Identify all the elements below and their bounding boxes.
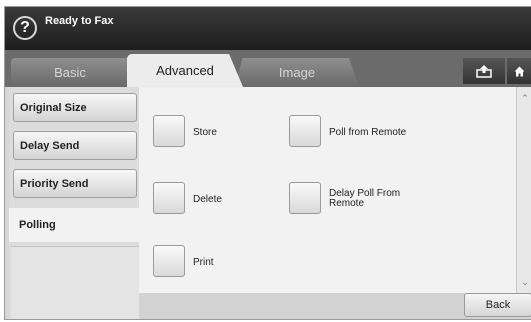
store-checkbox[interactable] <box>153 115 185 147</box>
upload-icon <box>476 65 492 78</box>
tab-basic[interactable]: Basic <box>11 58 129 87</box>
home-button[interactable] <box>507 58 531 84</box>
sidebar-item-polling[interactable]: Polling <box>9 208 143 242</box>
tab-image[interactable]: Image <box>235 58 359 87</box>
help-button[interactable]: ? <box>13 16 37 40</box>
tab-advanced[interactable]: Advanced <box>127 54 243 87</box>
help-icon: ? <box>20 19 30 36</box>
delete-checkbox[interactable] <box>153 182 185 214</box>
print-checkbox[interactable] <box>153 245 185 277</box>
tab-bar: Basic Image Advanced <box>5 50 531 87</box>
poll-from-remote-checkbox[interactable] <box>289 115 321 147</box>
delay-poll-from-remote-label: Delay Poll From Remote <box>329 189 400 209</box>
scrollbar[interactable]: ⌃ ⌄ <box>516 87 531 293</box>
store-label: Store <box>193 127 217 138</box>
sidebar-empty-area <box>11 246 139 319</box>
sidebar-item-original-size[interactable]: Original Size <box>13 93 137 122</box>
status-text: Ready to Fax <box>45 15 114 27</box>
sidebar-item-delay-send[interactable]: Delay Send <box>13 131 137 160</box>
status-bar: ? Ready to Fax <box>5 7 531 50</box>
delete-label: Delete <box>193 194 222 205</box>
delay-poll-label-line2: Remote <box>329 198 365 209</box>
poll-from-remote-label: Poll from Remote <box>329 127 407 138</box>
sidebar: Original Size Delay Send Priority Send P… <box>9 87 143 319</box>
print-label: Print <box>193 257 214 268</box>
upload-button[interactable] <box>463 58 505 84</box>
scroll-down-icon[interactable]: ⌄ <box>517 275 531 289</box>
home-icon <box>514 66 525 76</box>
delay-poll-from-remote-checkbox[interactable] <box>289 182 321 214</box>
fax-screen: ? Ready to Fax Basic Image Advanced Orig… <box>4 6 531 320</box>
back-button[interactable]: Back <box>464 293 531 317</box>
sidebar-item-priority-send[interactable]: Priority Send <box>13 169 137 198</box>
scroll-up-icon[interactable]: ⌃ <box>517 91 531 105</box>
options-panel: Store Delete Print Poll from Remote Dela… <box>139 87 516 293</box>
